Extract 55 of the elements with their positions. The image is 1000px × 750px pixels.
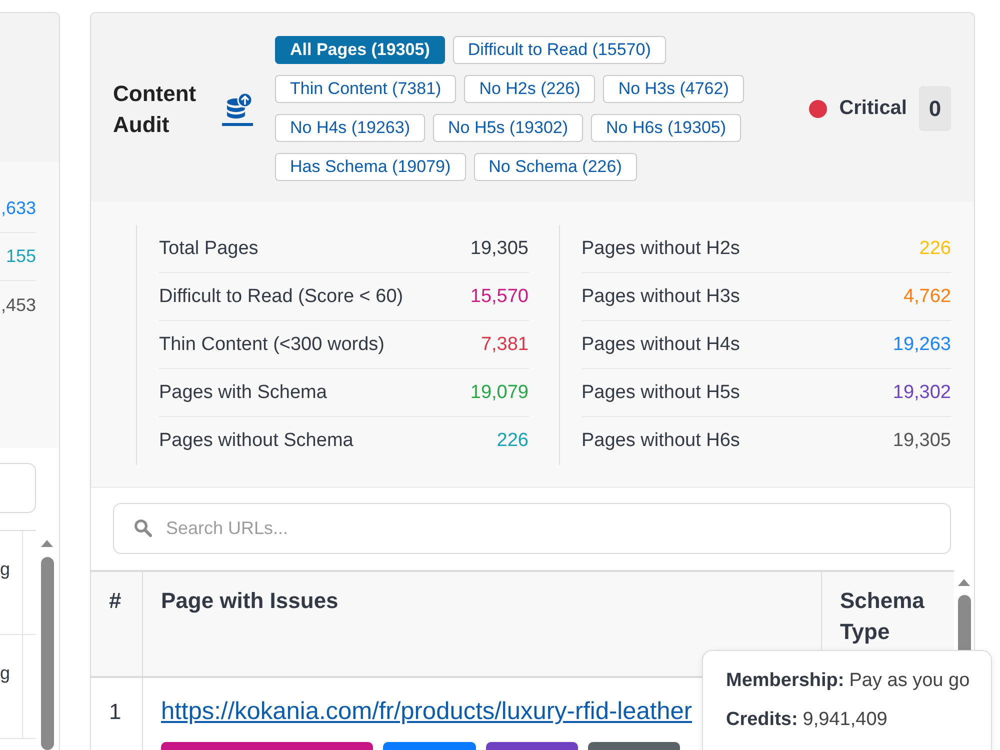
row-number: 1	[109, 699, 122, 724]
stat-label: Pages without H4s	[582, 334, 740, 356]
info-label: Credits:	[726, 708, 798, 732]
stat-value: 4,762	[903, 286, 951, 308]
filter-button[interactable]: No H3s (4762)	[603, 75, 744, 103]
stat-value: 19,263	[892, 334, 951, 356]
stat-label: Pages without H2s	[582, 238, 740, 260]
scroll-up-arrow-icon[interactable]	[41, 540, 53, 547]
severity-label: Critical	[839, 97, 907, 120]
stat-label: Pages without H6s	[582, 430, 740, 452]
info-value: Pay as you go	[849, 669, 970, 693]
stat-value: 226	[919, 238, 951, 260]
column-header: Page with Issues	[161, 587, 338, 615]
stat-value: 19,302	[892, 382, 951, 404]
filter-button[interactable]: Difficult to Read (15570)	[452, 36, 666, 64]
search-field[interactable]	[0, 463, 36, 513]
stat-value: 19,079	[470, 382, 528, 404]
count-badge: 0	[919, 86, 951, 131]
filter-button[interactable]: No H6s (19305)	[591, 114, 742, 142]
stat-label: Thin Content (<300 words)	[159, 334, 384, 356]
cell-text: g	[0, 558, 10, 581]
stat-value: 226	[496, 430, 528, 452]
filter-button[interactable]: Thin Content (7381)	[275, 75, 456, 103]
column-header: #	[109, 587, 122, 615]
filter-button[interactable]: No H4s (19263)	[275, 114, 426, 142]
filter-button[interactable]: Has Schema (19079)	[275, 153, 466, 181]
filter-button[interactable]: No H2s (226)	[464, 75, 596, 103]
stat-value: 15,570	[470, 286, 528, 308]
stat-label: Pages without Schema	[159, 430, 354, 452]
status-dot-icon	[809, 100, 828, 118]
stat-value: 19,305	[470, 238, 528, 260]
stat-label: Pages with Schema	[159, 382, 327, 404]
scroll-up-arrow-icon[interactable]	[958, 579, 970, 586]
column-header: Schema Type	[840, 587, 926, 646]
info-value: 9,941,409	[802, 708, 888, 732]
scrollbar-thumb[interactable]	[40, 557, 54, 750]
filter-button[interactable]: No Schema (226)	[474, 153, 637, 181]
section-title: Content Audit	[113, 80, 198, 138]
page-link[interactable]: https://kokania.com/fr/products/luxury-rfid-leather	[161, 698, 692, 725]
cell-text: g	[0, 662, 10, 685]
info-label: Membership:	[726, 669, 844, 693]
stat-value: 19,305	[892, 430, 951, 452]
stat-label: Difficult to Read (Score < 60)	[159, 286, 404, 308]
stat-value: 7,381	[480, 334, 528, 356]
stat-value: ,453	[0, 294, 36, 316]
stat-label: Total Pages	[159, 238, 258, 260]
filter-button[interactable]: No H5s (19302)	[433, 114, 584, 142]
filter-button[interactable]: All Pages (19305)	[275, 36, 445, 64]
search-field[interactable]: Search URLs...	[113, 503, 951, 554]
stat-label: Pages without H3s	[582, 286, 740, 308]
stat-value: 155	[6, 246, 36, 267]
stat-label: Pages without H5s	[582, 382, 740, 404]
database-upload-icon[interactable]	[222, 92, 253, 126]
search-icon	[134, 519, 152, 537]
stat-value: ,633	[0, 198, 36, 219]
